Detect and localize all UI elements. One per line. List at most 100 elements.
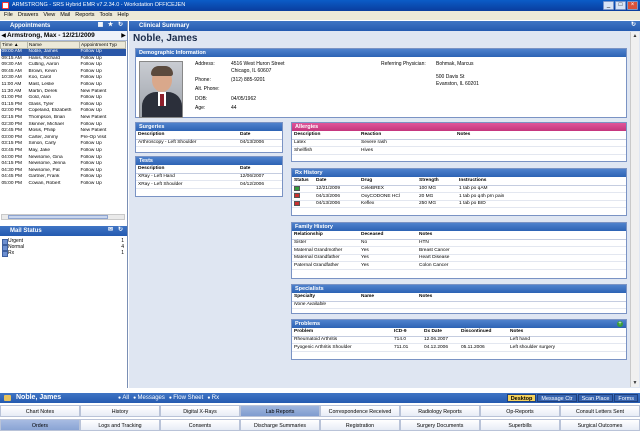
filter-rx[interactable]: Rx <box>207 393 219 403</box>
discontinued-status-icon[interactable] <box>294 193 300 199</box>
appointment-row[interactable]: 09:45 AM Brown, Kevin Follow Up <box>1 69 126 76</box>
close-button[interactable]: × <box>627 1 638 10</box>
prev-day-arrow-icon[interactable]: ◀ <box>0 32 7 39</box>
menu-mail[interactable]: Mail <box>60 11 70 20</box>
tab-surgery-documents[interactable]: Surgery Documents <box>400 419 480 431</box>
tab-discharge-summaries[interactable]: Discharge Summaries <box>240 419 320 431</box>
appointment-row[interactable]: 09:15 AM Hanis, Richard Follow Up <box>1 56 126 63</box>
maximize-button[interactable]: □ <box>615 1 626 10</box>
tab-op-reports[interactable]: Op-Reports <box>480 405 560 417</box>
table-row[interactable]: XRay - Left Hand 12/06/2007 <box>136 173 282 181</box>
menu-reports[interactable]: Reports <box>75 11 94 20</box>
appointment-row[interactable]: 11:30 AM Martin, Derek New Patient <box>1 89 126 96</box>
table-row[interactable]: Sister No HTN <box>292 239 626 247</box>
scroll-down-icon[interactable]: ▼ <box>631 379 639 387</box>
vertical-scrollbar[interactable]: ▲ ▼ <box>630 32 639 387</box>
appointment-row[interactable]: 02:45 PM Mosis, Philip New Patient <box>1 128 126 135</box>
appointment-row[interactable]: 10:30 AM Koo, Carol Follow Up <box>1 75 126 82</box>
rx-history-section: Rx History Status Date Drug Strength Ins… <box>291 168 627 216</box>
tab-correspondence-received[interactable]: Correspondence Received <box>320 405 400 417</box>
appointment-row[interactable]: 09:30 AM Cutting, Aaron Follow Up <box>1 62 126 69</box>
discontinued-status-icon[interactable] <box>294 200 300 206</box>
menu-tools[interactable]: Tools <box>100 11 113 20</box>
address-line1: 4516 West Huron Street <box>231 61 285 67</box>
appointment-row[interactable]: 05:00 PM Cowan, Robert Follow Up <box>1 181 126 188</box>
mail-compose-icon[interactable]: ✉ <box>107 227 114 234</box>
filter-all[interactable]: All <box>118 393 129 403</box>
appointment-row[interactable]: 01:00 PM Gold, Alan Follow Up <box>1 95 126 102</box>
tab-lab-reports[interactable]: Lab Reports <box>240 405 320 417</box>
appointment-row[interactable]: 11:00 AM Mast, Leslie Follow Up <box>1 82 126 89</box>
add-problem-icon[interactable]: + <box>617 321 623 327</box>
tab-consult-letters-sent[interactable]: Consult Letters Sent <box>560 405 640 417</box>
menu-view[interactable]: View <box>43 11 55 20</box>
tab-consents[interactable]: Consents <box>160 419 240 431</box>
tab-orders[interactable]: Orders <box>0 419 80 431</box>
filter-flow-sheet[interactable]: Flow Sheet <box>169 393 203 403</box>
tab-logs-and-tracking[interactable]: Logs and Tracking <box>80 419 160 431</box>
table-row[interactable]: 12/21/2009 CeleBREX 100 MG 1 tab po qAM <box>292 185 626 193</box>
tab-registration[interactable]: Registration <box>320 419 400 431</box>
cell: OxyCODONE HCl <box>359 192 417 201</box>
appointment-row[interactable]: 04:30 PM Newsome, Pat Follow Up <box>1 168 126 175</box>
cell: Maternal Grandmother <box>292 246 359 255</box>
menu-drawers[interactable]: Drawers <box>18 11 38 20</box>
scan-place-button[interactable]: Scan Place <box>577 394 614 402</box>
column-appointment-type[interactable]: Appointment Typ <box>79 41 126 49</box>
patient-bar-name[interactable]: Noble, James <box>16 393 61 403</box>
star-icon[interactable]: ★ <box>107 22 114 29</box>
menu-help[interactable]: Help <box>117 11 128 20</box>
appointment-row[interactable]: 04:45 PM Gartner, Frank Follow Up <box>1 174 126 181</box>
appointment-row[interactable]: 04:15 PM Newsome, Jenna Follow Up <box>1 161 126 168</box>
table-row[interactable]: None Available <box>292 301 626 309</box>
scroll-thumb[interactable] <box>8 215 108 219</box>
table-row[interactable]: 04/13/2006 Keflex 250 MG 1 tab po BID <box>292 200 626 208</box>
cell: Simon, Carly <box>28 141 56 147</box>
tab-history[interactable]: History <box>80 405 160 417</box>
table-row[interactable]: XRay - Left Shoulder 04/12/2006 <box>136 180 282 189</box>
next-day-arrow-icon[interactable]: ▶ <box>120 32 127 39</box>
table-row[interactable]: Arthroscopy - Left Shoulder 04/13/2006 <box>136 139 282 147</box>
table-row[interactable]: Shellfish Hives <box>292 146 626 155</box>
calendar-icon[interactable]: ▦ <box>97 22 104 29</box>
tab-radiology-reports[interactable]: Radiology Reports <box>400 405 480 417</box>
mail-refresh-icon[interactable]: ↻ <box>117 227 124 234</box>
table-row[interactable]: Paternal Grandfather Yes Colon Cancer <box>292 261 626 270</box>
forms-button[interactable]: Forms <box>614 394 638 402</box>
appointment-row[interactable]: 01:15 PM Glass, Tyler Follow Up <box>1 102 126 109</box>
mail-item-rx[interactable]: Rx 1 <box>2 250 124 257</box>
appointment-row[interactable]: 03:15 PM Simon, Carly Follow Up <box>1 141 126 148</box>
refresh-icon[interactable]: ↻ <box>117 22 124 29</box>
tab-chart-notes[interactable]: Chart Notes <box>0 405 80 417</box>
message-center-button[interactable]: Message Ctr <box>537 394 577 402</box>
appointment-row[interactable]: 02:00 PM Copeland, Elizabeth Follow Up <box>1 108 126 115</box>
table-row[interactable]: 04/13/2006 OxyCODONE HCl 20 MG 1 tab po … <box>292 192 626 201</box>
summary-refresh-icon[interactable]: ↻ <box>630 22 637 29</box>
cell: 04/13/2006 <box>238 139 282 147</box>
filter-messages[interactable]: Messages <box>133 393 165 403</box>
table-row[interactable]: Rheumatoid Arthritis 714.0 12.06.2007 Left … <box>292 336 626 344</box>
appointment-row[interactable]: 03:45 PM May, Jake Follow Up <box>1 148 126 155</box>
table-row[interactable]: Maternal Grandfather Yes Heart Disease <box>292 254 626 262</box>
appointment-row[interactable]: 09:00 AM Noble, James Follow Up <box>0 48 126 56</box>
appointment-row[interactable]: 04:00 PM Newsome, Gina Follow Up <box>1 155 126 162</box>
menu-file[interactable]: File <box>4 11 13 20</box>
appointment-row[interactable]: 02:30 PM Skinner, Michael Follow Up <box>1 122 126 129</box>
appointment-row[interactable]: 03:00 PM Carter, Jimmy Pre-Op Visit <box>1 135 126 142</box>
table-row[interactable]: Pyogenic Arthritis Shoulder 711.01 04.12.2… <box>292 343 626 352</box>
column-time[interactable]: Time ▲ <box>0 41 28 49</box>
tab-surgical-outcomes[interactable]: Surgical Outcomes <box>560 419 640 431</box>
tab-digital-xrays[interactable]: Digital X-Rays <box>160 405 240 417</box>
column-notes: Notes <box>455 131 626 140</box>
column-name[interactable]: Name <box>27 41 80 49</box>
tab-superbills[interactable]: Superbills <box>480 419 560 431</box>
table-row[interactable]: Maternal Grandmother Yes Breast Cancer <box>292 246 626 255</box>
table-row[interactable]: Latex Severe rash <box>292 139 626 147</box>
appointment-row[interactable]: 02:15 PM Thompson, Brian New Patient <box>1 115 126 122</box>
scroll-up-icon[interactable]: ▲ <box>631 32 639 40</box>
desktop-button[interactable]: Desktop <box>506 394 537 402</box>
horizontal-scrollbar[interactable] <box>1 214 125 220</box>
active-status-icon[interactable] <box>294 185 300 191</box>
cell: New Patient <box>80 114 107 120</box>
minimize-button[interactable]: _ <box>603 1 614 10</box>
